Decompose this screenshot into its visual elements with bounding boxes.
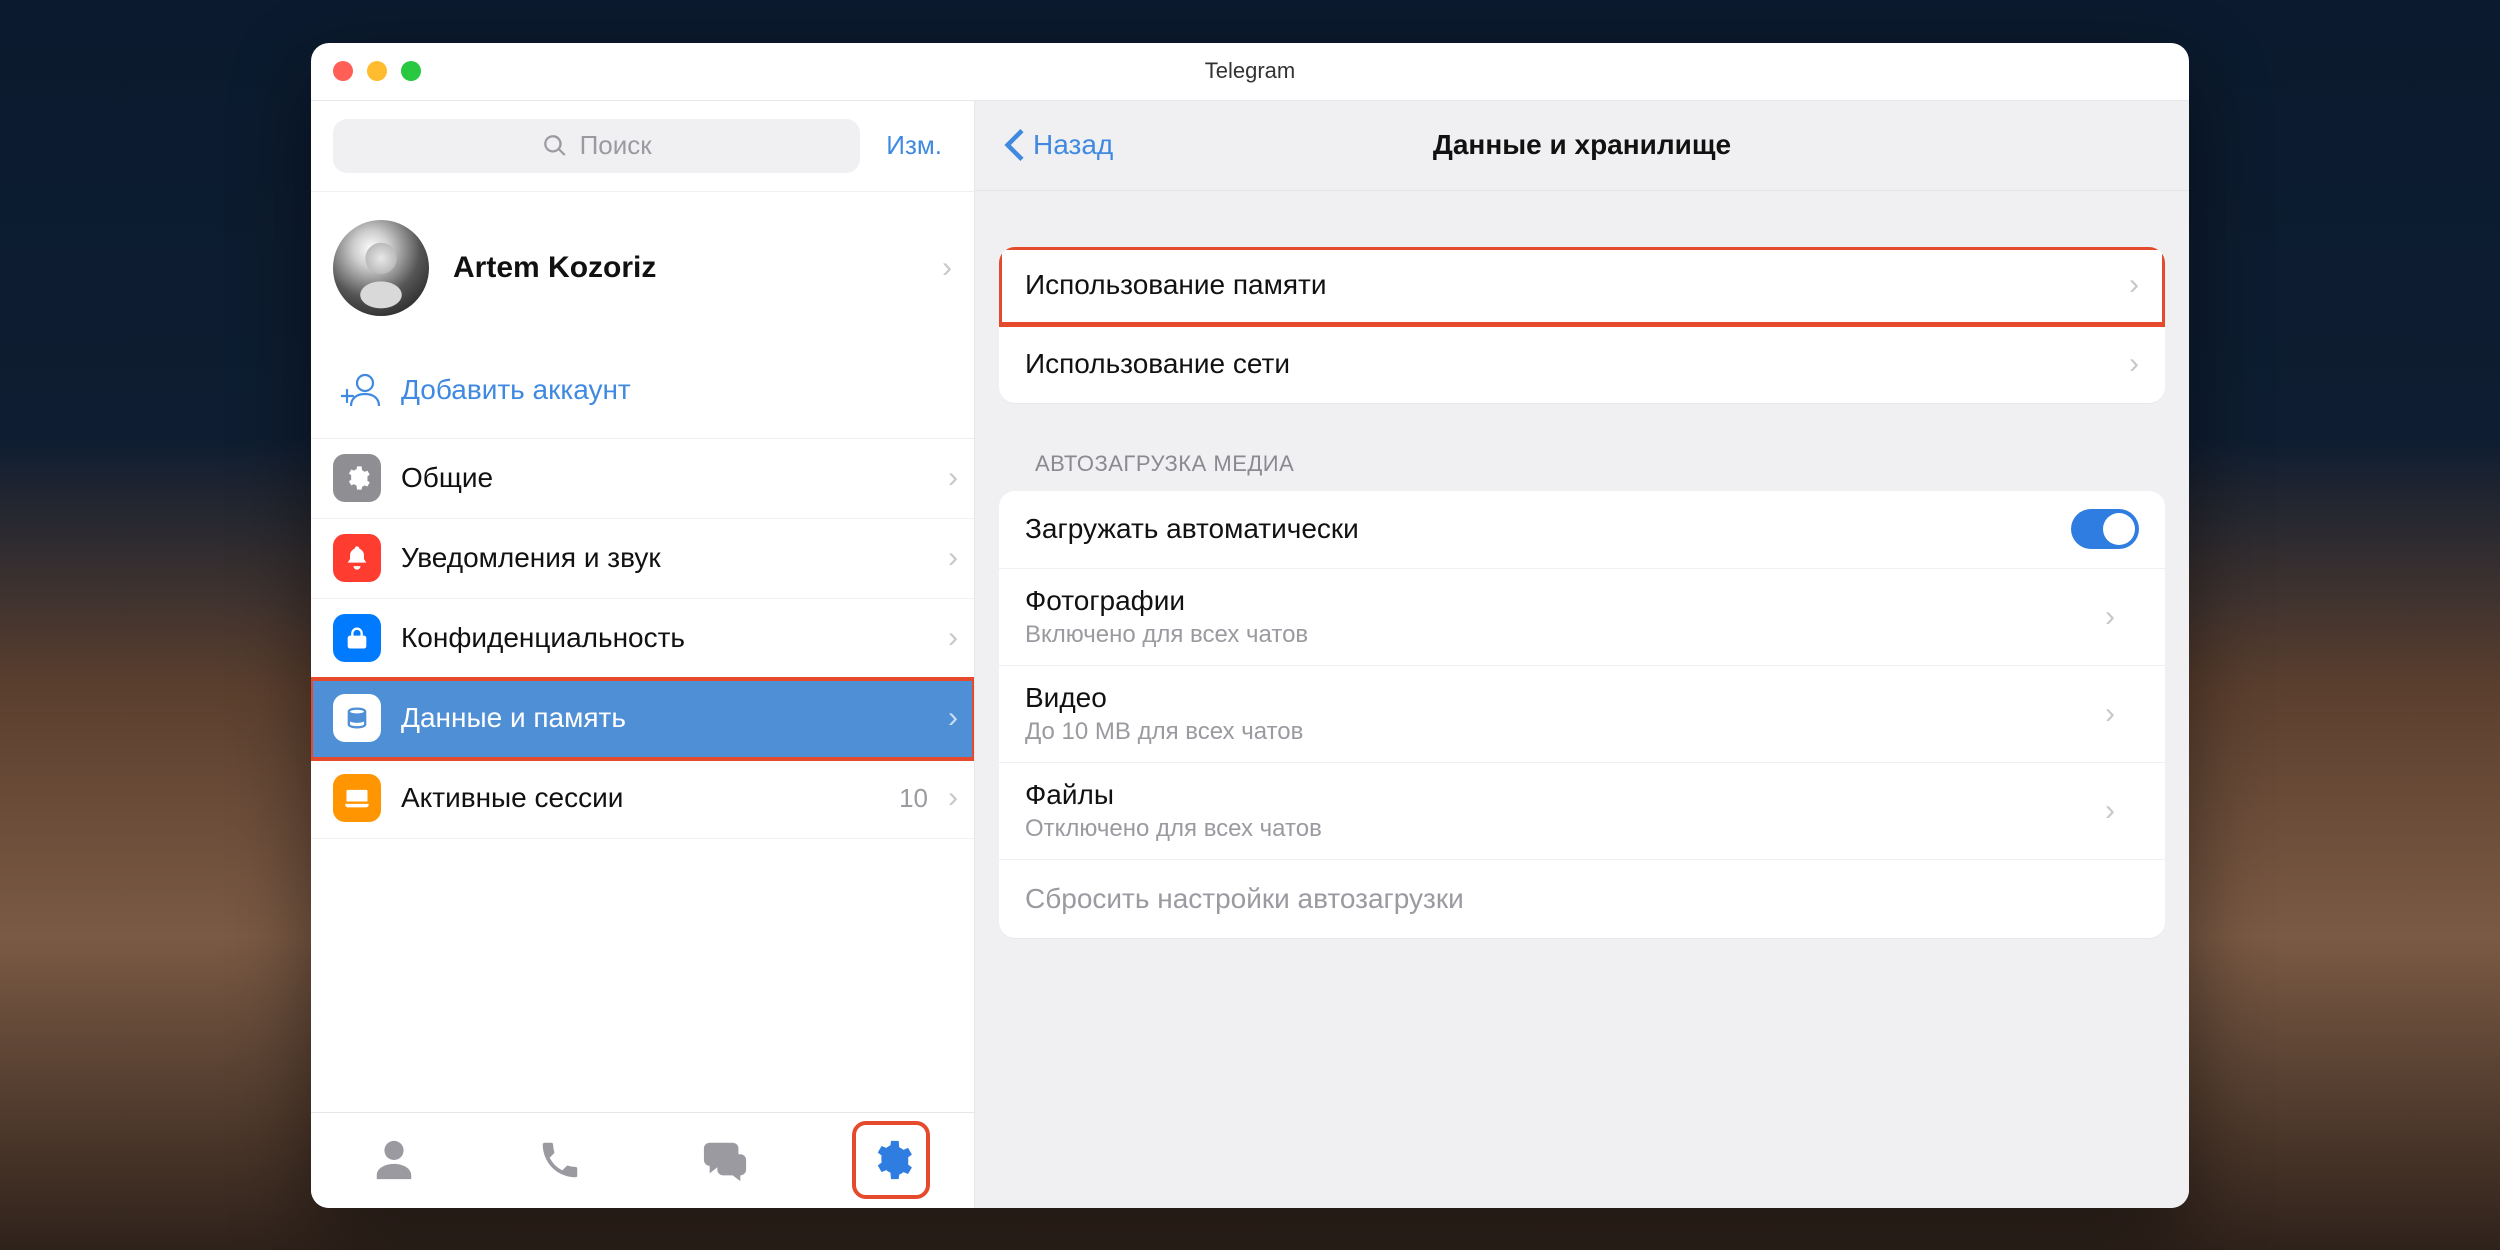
- row-files[interactable]: Файлы Отключено для всех чатов ›: [999, 763, 2165, 860]
- row-label: Фотографии: [1025, 585, 1185, 617]
- main-header: Назад Данные и хранилище: [975, 101, 2189, 191]
- row-subtitle: Включено для всех чатов: [1025, 621, 1308, 649]
- row-label: Использование памяти: [1025, 269, 2129, 301]
- sidebar: Поиск Изм. Artem Kozoriz › Добавить акка…: [311, 101, 975, 1208]
- edit-button[interactable]: Изм.: [876, 130, 952, 161]
- row-label: Сбросить настройки автозагрузки: [1025, 883, 2139, 915]
- bottom-tabs: [311, 1112, 974, 1208]
- chevron-right-icon: ›: [948, 461, 958, 495]
- chevron-right-icon: ›: [948, 541, 958, 575]
- sidebar-item-privacy[interactable]: Конфиденциальность ›: [311, 599, 974, 679]
- tab-calls[interactable]: [525, 1125, 595, 1195]
- sidebar-item-label: Активные сессии: [401, 782, 879, 814]
- settings-list: Общие › Уведомления и звук › Конфиденциа…: [311, 439, 974, 1112]
- search-input[interactable]: Поиск: [333, 119, 860, 173]
- tab-settings[interactable]: [856, 1125, 926, 1195]
- sidebar-item-label: Общие: [401, 462, 928, 494]
- row-network-usage[interactable]: Использование сети ›: [999, 325, 2165, 403]
- search-row: Поиск Изм.: [311, 101, 974, 192]
- tab-chats[interactable]: [690, 1125, 760, 1195]
- search-icon: [542, 133, 568, 159]
- section-header-autodownload: АВТОЗАГРУЗКА МЕДИА: [999, 451, 2165, 491]
- chevron-right-icon: ›: [2129, 268, 2139, 302]
- window-title: Telegram: [311, 58, 2189, 84]
- sidebar-item-notifications[interactable]: Уведомления и звук ›: [311, 519, 974, 599]
- main-scroll: Использование памяти › Использование сет…: [975, 191, 2189, 1208]
- chevron-right-icon: ›: [2129, 347, 2139, 381]
- row-storage-usage[interactable]: Использование памяти ›: [999, 247, 2165, 325]
- sidebar-item-label: Данные и память: [401, 702, 928, 734]
- profile-name: Artem Kozoriz: [453, 251, 656, 285]
- sessions-count: 10: [899, 783, 928, 814]
- toggle-switch[interactable]: [2071, 509, 2139, 549]
- chevron-right-icon: ›: [2105, 600, 2115, 634]
- gear-icon: [333, 454, 381, 502]
- lock-icon: [333, 614, 381, 662]
- add-account-button[interactable]: Добавить аккаунт: [311, 344, 974, 439]
- main-panel: Назад Данные и хранилище Использование п…: [975, 101, 2189, 1208]
- sidebar-item-general[interactable]: Общие ›: [311, 439, 974, 519]
- autodownload-card: Загружать автоматически Фотографии Включ…: [999, 491, 2165, 938]
- sidebar-item-data-storage[interactable]: Данные и память ›: [311, 679, 974, 759]
- sidebar-item-sessions[interactable]: Активные сессии 10 ›: [311, 759, 974, 839]
- sidebar-item-label: Уведомления и звук: [401, 542, 928, 574]
- app-window: Telegram Поиск Изм. Artem Kozoriz ›: [311, 43, 2189, 1208]
- phone-icon: [537, 1137, 583, 1183]
- chevron-right-icon: ›: [942, 251, 952, 285]
- storage-icon: [333, 694, 381, 742]
- add-account-label: Добавить аккаунт: [401, 374, 631, 406]
- avatar: [333, 220, 429, 316]
- sidebar-item-label: Конфиденциальность: [401, 622, 928, 654]
- row-auto-toggle[interactable]: Загружать автоматически: [999, 491, 2165, 569]
- chats-icon: [702, 1137, 748, 1183]
- gear-icon: [868, 1137, 914, 1183]
- row-subtitle: До 10 MB для всех чатов: [1025, 718, 1303, 746]
- chevron-right-icon: ›: [948, 621, 958, 655]
- chevron-right-icon: ›: [2105, 697, 2115, 731]
- search-placeholder: Поиск: [580, 130, 652, 161]
- row-reset-autodownload[interactable]: Сбросить настройки автозагрузки: [999, 860, 2165, 938]
- bell-icon: [333, 534, 381, 582]
- row-label: Загружать автоматически: [1025, 513, 2071, 545]
- chevron-right-icon: ›: [948, 781, 958, 815]
- profile-row[interactable]: Artem Kozoriz ›: [311, 192, 974, 344]
- usage-card: Использование памяти › Использование сет…: [999, 247, 2165, 403]
- add-user-icon: [341, 370, 381, 410]
- titlebar: Telegram: [311, 43, 2189, 101]
- laptop-icon: [333, 774, 381, 822]
- page-title: Данные и хранилище: [975, 129, 2189, 161]
- row-subtitle: Отключено для всех чатов: [1025, 815, 1322, 843]
- row-photos[interactable]: Фотографии Включено для всех чатов ›: [999, 569, 2165, 666]
- row-videos[interactable]: Видео До 10 MB для всех чатов ›: [999, 666, 2165, 763]
- window-body: Поиск Изм. Artem Kozoriz › Добавить акка…: [311, 101, 2189, 1208]
- row-label: Файлы: [1025, 779, 1114, 811]
- chevron-right-icon: ›: [2105, 794, 2115, 828]
- chevron-right-icon: ›: [948, 701, 958, 735]
- person-icon: [371, 1137, 417, 1183]
- row-label: Использование сети: [1025, 348, 2129, 380]
- tab-contacts[interactable]: [359, 1125, 429, 1195]
- row-label: Видео: [1025, 682, 1107, 714]
